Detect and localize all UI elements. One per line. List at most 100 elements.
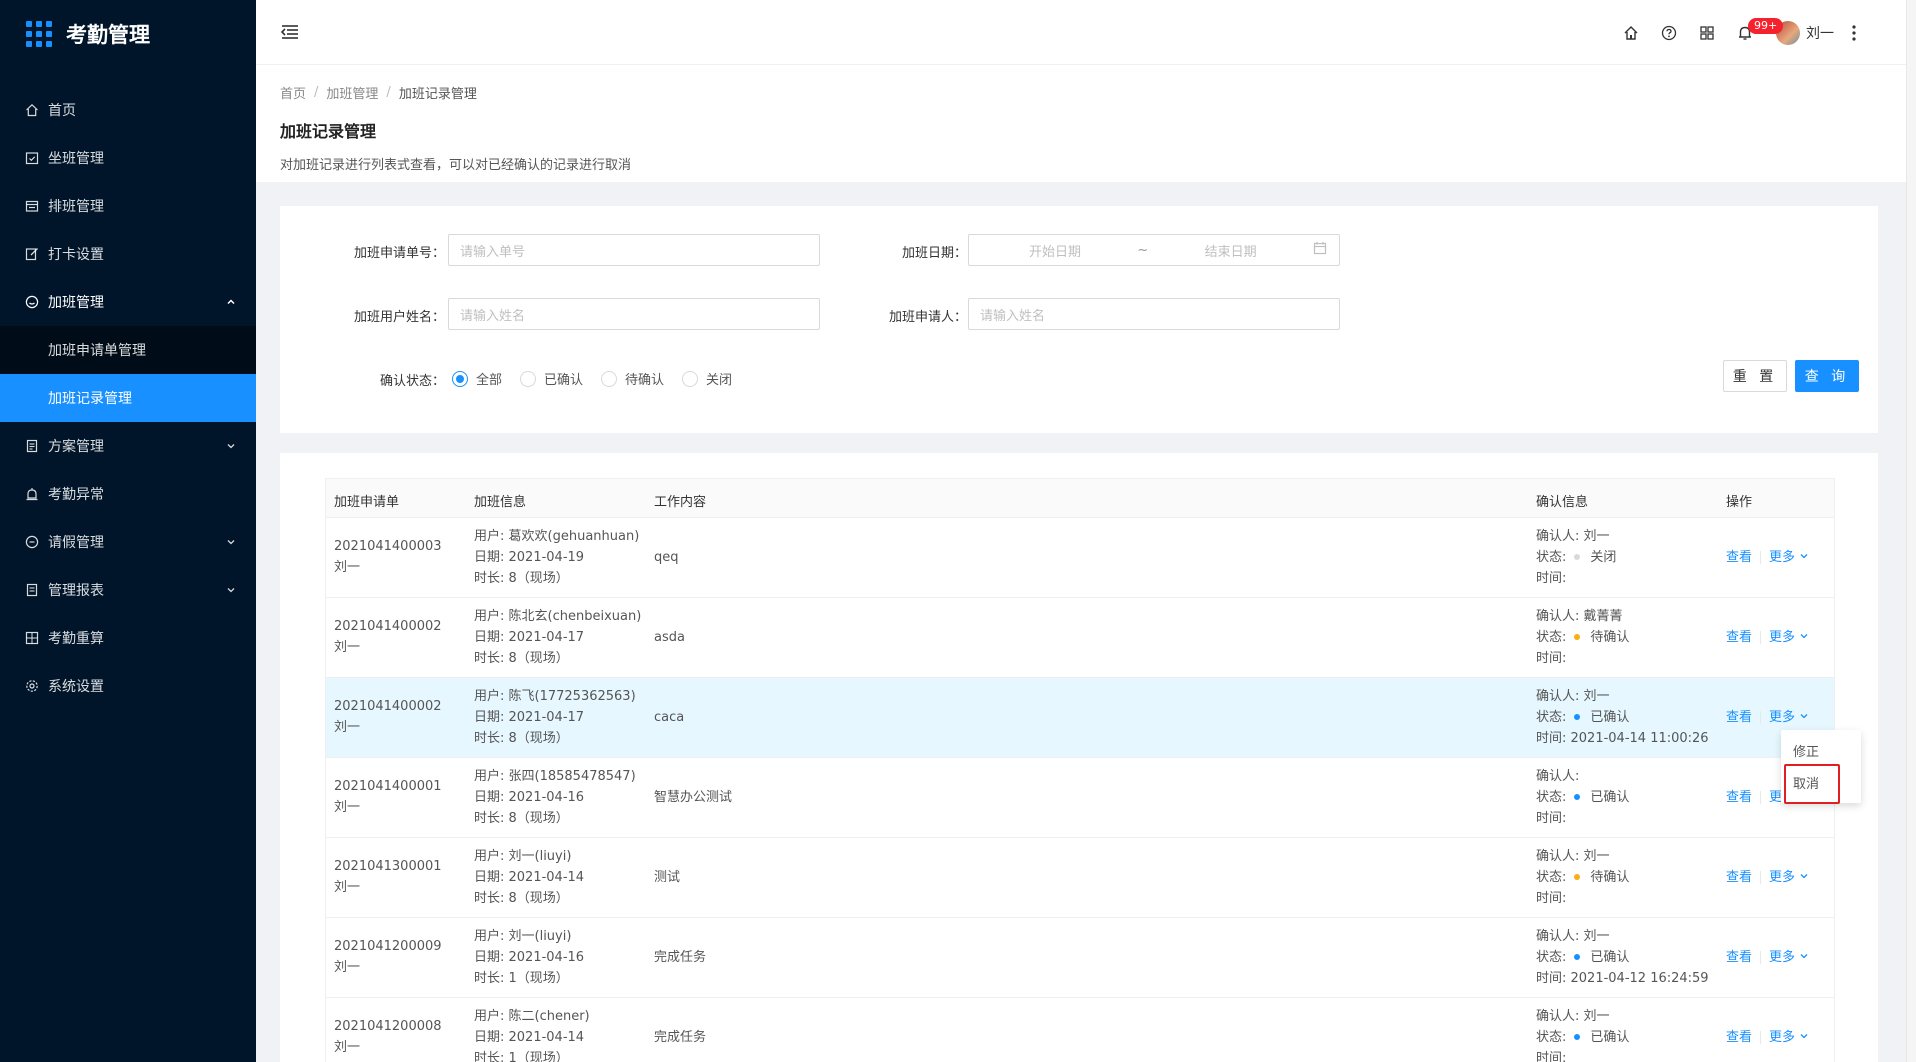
view-link[interactable]: 查看 [1726,867,1752,888]
overtime-duration: 时长: 8（现场） [474,891,569,906]
table-row[interactable]: 2021041200009 刘一 用户: 刘一(liuyi) 日期: 2021-04-… [326,918,1834,998]
actions-cell: 查看 更多 [1726,867,1809,888]
dropdown-item-correct[interactable]: 修正 [1781,734,1861,766]
page-scrollbar[interactable] [1906,0,1916,1062]
sidebar-item-2[interactable]: 排班管理 [0,182,256,230]
status-label: 状态: [1536,710,1567,725]
chevron-down-icon [1799,631,1809,641]
table-row[interactable]: 2021041200008 刘一 用户: 陈二(chener) 日期: 2021-04… [326,998,1834,1062]
overtime-user: 用户: 陈二(chener) [474,1009,590,1024]
status-dot-icon [1574,714,1581,720]
order-no-input[interactable]: 请输入单号 [448,234,820,266]
sidebar-item-label: 请假管理 [48,535,104,551]
confirm-time: 时间: [1536,651,1567,666]
page-header: 首页 / 加班管理 / 加班记录管理 加班记录管理 对加班记录进行列表式查看，可… [256,65,1916,182]
confirm-info-cell: 确认人: 刘一 状态: 已确认 时间: 2021-04-12 16:24:59 [1536,926,1709,989]
view-link[interactable]: 查看 [1726,947,1752,968]
notification-bell-icon[interactable]: 99+ [1726,14,1784,52]
status-radio-2[interactable]: 待确认 [601,369,664,388]
status-radio-group: 全部 已确认 待确认 关闭 [452,369,750,388]
confirm-info-cell: 确认人: 刘一 状态: 已确认 时间: 2021-04-14 11:00:26 [1536,686,1709,749]
overtime-duration: 时长: 8（现场） [474,571,569,586]
more-link[interactable]: 更多 [1769,627,1809,648]
sidebar-item-0[interactable]: 首页 [0,86,256,134]
status-radio-1[interactable]: 已确认 [520,369,583,388]
date-start-input[interactable]: 开始日期 [1029,241,1081,260]
query-button[interactable]: 查 询 [1795,360,1859,392]
col-confirm-info: 确认信息 [1536,495,1589,510]
overtime-date: 日期: 2021-04-16 [474,950,585,965]
action-divider [1760,551,1762,564]
app-logo[interactable]: 考勤管理 [0,0,256,68]
overtime-duration: 时长: 1（现场） [474,971,569,986]
date-label: 加班日期： [901,246,967,261]
date-end-input[interactable]: 结束日期 [1205,241,1257,260]
breadcrumb-overtime[interactable]: 加班管理 [326,83,378,102]
actions-cell: 查看 更多 [1726,947,1809,968]
view-link[interactable]: 查看 [1726,707,1752,728]
sidebar-item-4[interactable]: 加班管理 [0,278,256,326]
apps-icon[interactable] [1688,14,1726,52]
status-label: 状态: [1536,630,1567,645]
view-link[interactable]: 查看 [1726,1027,1752,1048]
actions-cell: 查看 更多 [1726,1027,1809,1048]
sidebar-item-6[interactable]: 考勤异常 [0,470,256,518]
confirmer: 确认人: 刘一 [1536,849,1610,864]
more-link[interactable]: 更多 [1769,547,1809,568]
sidebar-item-5[interactable]: 方案管理 [0,422,256,470]
order-number: 2021041400003 [334,539,442,554]
order-cell: 2021041400003 刘一 [334,536,442,578]
sidebar-item-9[interactable]: 考勤重算 [0,614,256,662]
chevron-down-icon [1799,951,1809,961]
status-radio-0[interactable]: 全部 [452,369,502,388]
order-number: 2021041400001 [334,779,442,794]
sidebar-subitem-1[interactable]: 加班记录管理 [0,374,256,422]
confirmer: 确认人: 刘一 [1536,1009,1610,1024]
table-row[interactable]: 2021041400003 刘一 用户: 葛欢欢(gehuanhuan) 日期: 20… [326,518,1834,598]
work-content: 智慧办公测试 [654,790,733,805]
user-name[interactable]: 刘一 [1806,23,1834,43]
table-row[interactable]: 2021041300001 刘一 用户: 刘一(liuyi) 日期: 2021-04-… [326,838,1834,918]
breadcrumb-home[interactable]: 首页 [280,83,306,102]
sidebar-item-8[interactable]: 管理报表 [0,566,256,614]
more-link[interactable]: 更多 [1769,1027,1809,1048]
applicant-input[interactable]: 请输入姓名 [968,298,1340,330]
more-link[interactable]: 更多 [1769,867,1809,888]
menu-fold-icon[interactable] [280,22,300,42]
table-header: 加班申请单 加班信息 工作内容 确认信息 操作 [326,479,1834,518]
calendar-check-icon [24,150,40,166]
order-no-label: 加班申请单号： [353,246,445,261]
sidebar-item-7[interactable]: 请假管理 [0,518,256,566]
confirm-time: 时间: [1536,1051,1567,1062]
view-link[interactable]: 查看 [1726,547,1752,568]
more-vertical-icon[interactable] [1848,23,1860,43]
more-link[interactable]: 更多 [1769,707,1809,728]
overtime-user: 用户: 陈飞(17725362563) [474,689,636,704]
records-table-card: 加班申请单 加班信息 工作内容 确认信息 操作 2021041400003 刘一用… [280,453,1878,1062]
sidebar-item-1[interactable]: 坐班管理 [0,134,256,182]
order-cell: 2021041400002 刘一 [334,696,442,738]
view-link[interactable]: 查看 [1726,627,1752,648]
more-link[interactable]: 更多 [1769,947,1809,968]
sidebar-item-10[interactable]: 系统设置 [0,662,256,710]
user-name-input[interactable]: 请输入姓名 [448,298,820,330]
status-label: 确认状态： [379,374,445,389]
home-icon[interactable] [1612,14,1650,52]
table-row[interactable]: 2021041400002 刘一 用户: 陈北玄(chenbeixuan) 日期: 2… [326,598,1834,678]
dropdown-item-cancel[interactable]: 取消 [1781,764,1861,804]
status-radio-3[interactable]: 关闭 [682,369,732,388]
view-link[interactable]: 查看 [1726,787,1752,808]
table-row[interactable]: 2021041400001 刘一 用户: 张四(18585478547) 日期: 20… [326,758,1834,838]
overtime-user: 用户: 张四(18585478547) [474,769,636,784]
help-icon[interactable] [1650,14,1688,52]
settings-icon [24,678,40,694]
order-number: 2021041400002 [334,619,442,634]
actions-cell: 查看 更多 [1726,547,1809,568]
sidebar-item-3[interactable]: 打卡设置 [0,230,256,278]
reset-button[interactable]: 重 置 [1723,360,1787,392]
more-link-label: 更多 [1769,1030,1796,1045]
table-row[interactable]: 2021041400002 刘一 用户: 陈飞(17725362563) 日期: 20… [326,678,1834,758]
sidebar-subitem-0[interactable]: 加班申请单管理 [0,326,256,374]
date-range-picker[interactable]: 开始日期 ~ 结束日期 [968,234,1340,266]
document-icon [24,438,40,454]
